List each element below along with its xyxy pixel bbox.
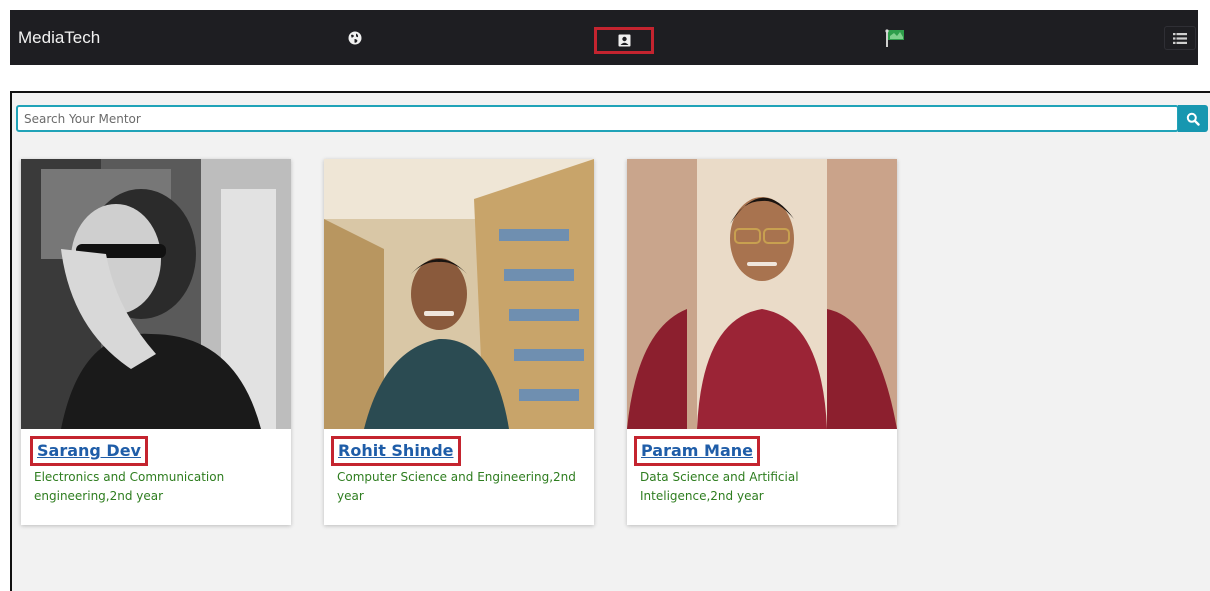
search-input[interactable] xyxy=(18,107,1177,130)
mentor-photo xyxy=(324,159,594,429)
globe-icon[interactable] xyxy=(340,10,370,65)
top-navbar: MediaTech xyxy=(10,10,1198,65)
mentor-photo xyxy=(627,159,897,429)
search-button[interactable] xyxy=(1178,105,1208,132)
brand-logo[interactable]: MediaTech xyxy=(18,10,100,65)
menu-icon xyxy=(1173,32,1187,44)
mentor-photo xyxy=(21,159,291,429)
menu-toggle-button[interactable] xyxy=(1164,26,1196,50)
mentor-description: Computer Science and Engineering,2nd yea… xyxy=(337,470,576,503)
search-box xyxy=(16,105,1179,132)
mentor-card: Param Mane Data Science and Artificial I… xyxy=(627,159,897,525)
search-icon xyxy=(1186,112,1200,126)
flag-icon[interactable] xyxy=(880,10,910,65)
mentor-card: Sarang Dev Electronics and Communication… xyxy=(21,159,291,525)
mentor-name-link[interactable]: Rohit Shinde xyxy=(331,436,461,466)
mentor-description: Electronics and Communication engineerin… xyxy=(34,470,225,503)
profile-icon xyxy=(618,34,630,47)
mentor-card: Rohit Shinde Computer Science and Engine… xyxy=(324,159,594,525)
mentor-panel: Sarang Dev Electronics and Communication… xyxy=(10,91,1210,591)
mentor-name-link[interactable]: Param Mane xyxy=(634,436,760,466)
profile-nav-button[interactable] xyxy=(594,27,654,54)
mentor-name-link[interactable]: Sarang Dev xyxy=(30,436,148,466)
mentor-description: Data Science and Artificial Inteligence,… xyxy=(640,470,799,503)
